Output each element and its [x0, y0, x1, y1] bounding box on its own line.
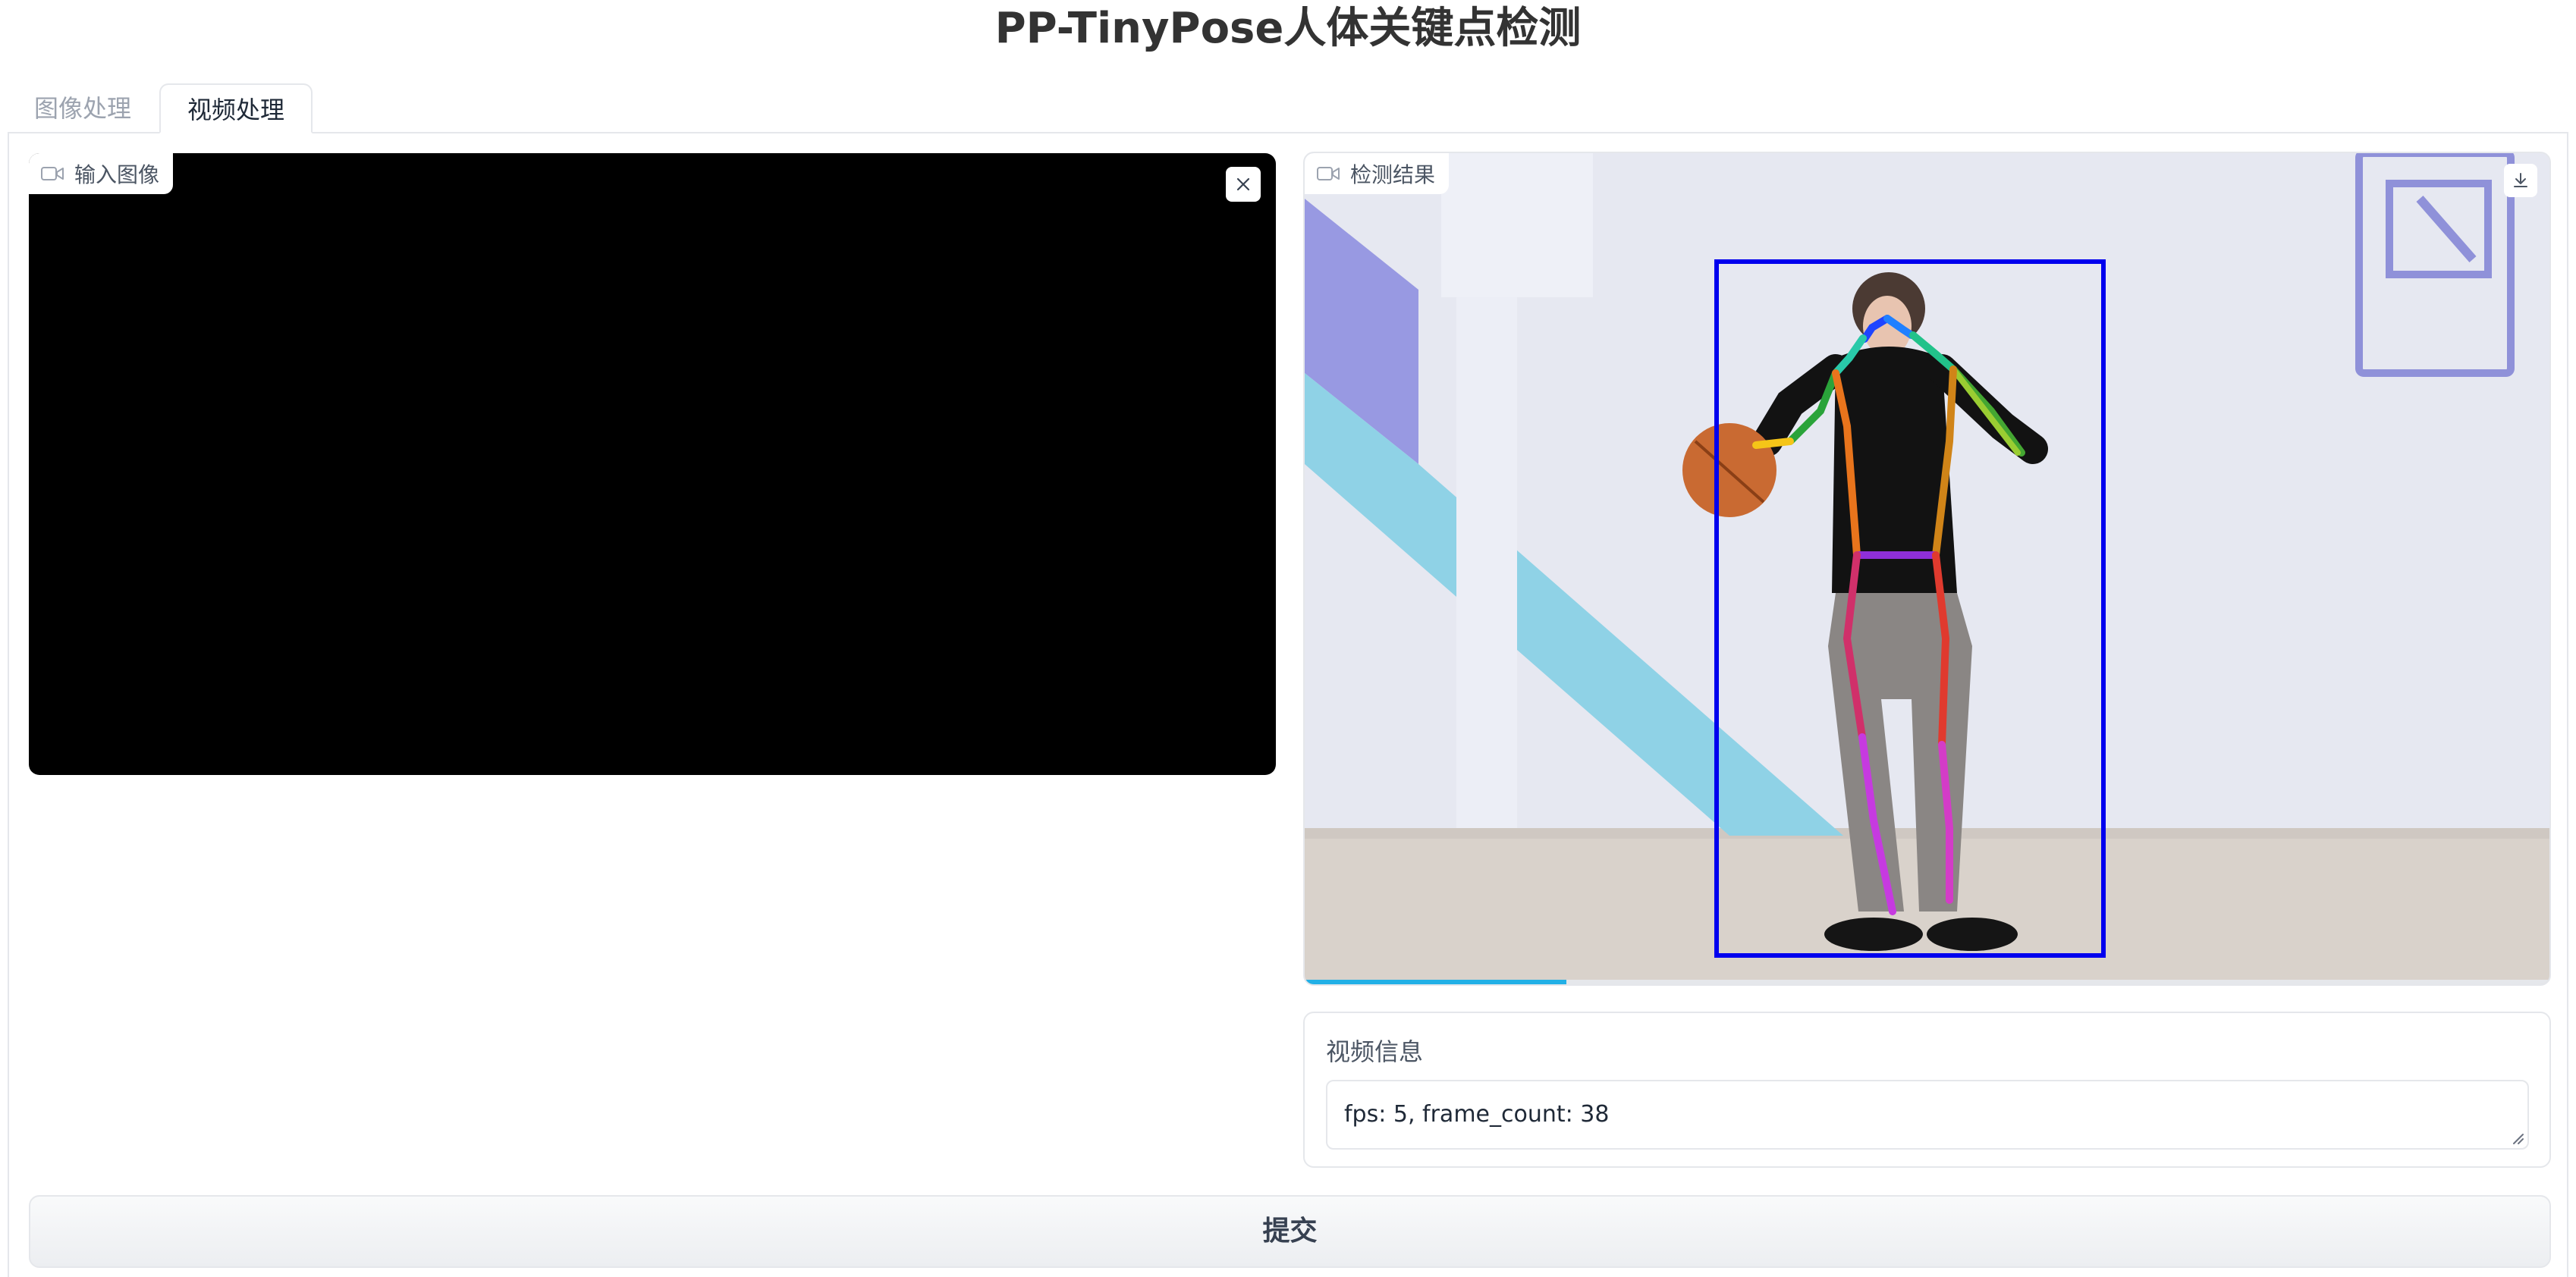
download-button[interactable]	[2504, 164, 2537, 197]
video-info-block: 视频信息 fps: 5, frame_count: 38	[1303, 1012, 2551, 1168]
page-title: PP-TinyPose人体关键点检测	[994, 4, 1582, 53]
playback-progress-fill	[1305, 980, 1566, 984]
output-video-label: 检测结果	[1305, 153, 1450, 194]
video-camera-icon	[1317, 167, 1340, 180]
tab-bar: 图像处理 视频处理	[0, 83, 2576, 133]
close-icon	[1236, 177, 1250, 191]
resize-handle-icon[interactable]	[2509, 1130, 2524, 1145]
submit-button[interactable]: 提交	[29, 1195, 2551, 1268]
video-info-value: fps: 5, frame_count: 38	[1344, 1101, 1610, 1128]
output-video-player[interactable]: 检测结果	[1303, 152, 2551, 986]
video-info-label: 视频信息	[1326, 1037, 1424, 1066]
video-info-textarea[interactable]: fps: 5, frame_count: 38	[1326, 1080, 2529, 1150]
input-video-label-text: 输入图像	[74, 162, 160, 187]
clear-input-button[interactable]	[1226, 167, 1261, 202]
playback-progress-bar[interactable]	[1305, 980, 2549, 984]
detection-frame	[1305, 153, 2549, 984]
download-icon	[2514, 173, 2527, 187]
input-video-label: 输入图像	[29, 153, 174, 194]
tab-image-processing[interactable]: 图像处理	[18, 83, 147, 133]
output-video-label-text: 检测结果	[1350, 162, 1436, 187]
input-video-player[interactable]: 输入图像	[29, 153, 1276, 775]
video-camera-icon	[41, 167, 64, 180]
tab-video-processing[interactable]: 视频处理	[159, 83, 313, 133]
